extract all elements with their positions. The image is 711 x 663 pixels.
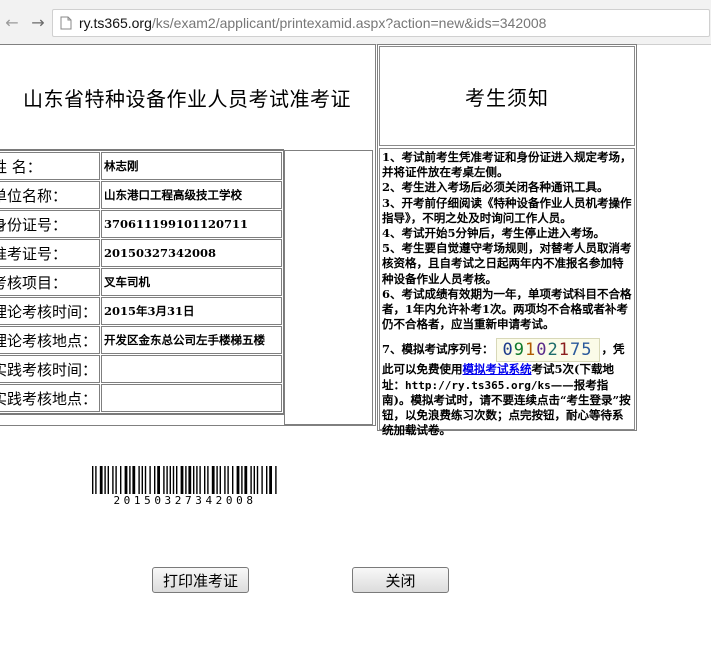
ticket-title: 山东省特种设备作业人员考试准考证: [23, 86, 351, 111]
address-bar[interactable]: ry.ts365.org/ks/exam2/applicant/printexa…: [52, 9, 710, 37]
barcode-image: [92, 466, 277, 494]
ticket-row: 实践考核地点：: [0, 384, 282, 412]
captcha-glyph: 0: [502, 340, 514, 361]
page-icon: [59, 16, 73, 30]
serial-number-captcha: 09102175: [495, 338, 600, 363]
captcha-glyph: 2: [547, 340, 559, 361]
barcode-number: 20150327342008: [113, 494, 257, 507]
ticket-row: 姓 名：林志刚: [0, 152, 282, 180]
captcha-glyph: 0: [536, 340, 548, 361]
close-button[interactable]: 关闭: [352, 567, 449, 593]
mock-exam-system-link[interactable]: 模拟考试系统: [463, 362, 532, 376]
download-url: http://ry.ts365.org/ks: [405, 378, 551, 392]
notice-item: 4、考试开始5分钟后，考生停止进入考场。: [382, 226, 606, 241]
row-value: 林志刚: [101, 152, 282, 180]
row-label: 身份证号：: [0, 210, 101, 238]
notice-panel: 考生须知 1、考试前考生凭准考证和身份证进入规定考场，并将证件放在考桌左侧。 2、…: [377, 44, 637, 437]
captcha-glyph: 9: [513, 340, 526, 361]
browser-toolbar: ← → ry.ts365.org/ks/exam2/applicant/prin…: [0, 0, 711, 45]
notice-item: 5、考生要自觉遵守考场规则，对替考人员取消考核资格，且自考试之日起两年内不准报名…: [382, 241, 632, 286]
ticket-info-table: 姓 名：林志刚单位名称：山东港口工程高级技工学校身份证号：37061119910…: [0, 149, 284, 415]
notice-item: 1、考试前考生凭准考证和身份证进入规定考场，并将证件放在考桌左侧。: [382, 150, 632, 180]
row-value: 370611199101120711: [101, 210, 282, 238]
row-value: 2015年3月31日: [101, 297, 282, 325]
admission-ticket: 山东省特种设备作业人员考试准考证 姓 名：林志刚单位名称：山东港口工程高级技工学…: [0, 44, 376, 426]
row-label: 实践考核地点：: [0, 384, 101, 412]
captcha-glyph: 1: [525, 340, 537, 361]
row-label: 理论考核地点：: [0, 326, 101, 354]
back-arrow-icon[interactable]: ←: [2, 12, 22, 32]
ticket-row: 准考证号：20150327342008: [0, 239, 282, 267]
captcha-glyph: 1: [558, 340, 571, 361]
item7-prefix: 7、模拟考试序列号：: [382, 342, 494, 357]
captcha-glyph: 75: [570, 340, 593, 361]
ticket-row: 单位名称：山东港口工程高级技工学校: [0, 181, 282, 209]
row-value: 叉车司机: [101, 268, 282, 296]
notice-item: 6、考试成绩有效期为一年，单项考试科目不合格者，1年内允许补考1次。两项均不合格…: [382, 286, 632, 332]
notice-item-7: 7、模拟考试序列号： 09102175 ，凭此可以免费使用模拟考试系统考试5次(下载…: [382, 338, 632, 438]
row-label: 单位名称：: [0, 181, 101, 209]
print-ticket-button[interactable]: 打印准考证: [152, 567, 249, 593]
row-value: 20150327342008: [101, 239, 282, 267]
ticket-row: 身份证号：370611199101120711: [0, 210, 282, 238]
url-path: /ks/exam2/applicant/printexamid.aspx?act…: [151, 15, 547, 31]
notice-item: 2、考生进入考场后必须关闭各种通讯工具。: [382, 180, 609, 195]
row-label: 考核项目：: [0, 268, 101, 296]
ticket-row: 理论考核时间： 2015年3月31日: [0, 297, 282, 325]
url-host: ry.ts365.org: [79, 15, 152, 31]
notice-body: 1、考试前考生凭准考证和身份证进入规定考场，并将证件放在考桌左侧。 2、考生进入考…: [379, 148, 635, 437]
row-value: [101, 384, 282, 412]
url-text: ry.ts365.org/ks/exam2/applicant/printexa…: [79, 15, 546, 31]
row-label: 理论考核时间：: [0, 297, 101, 325]
row-value: 山东港口工程高级技工学校: [101, 181, 282, 209]
row-value: [101, 355, 282, 383]
ticket-row: 理论考核地点： 开发区金东总公司左手楼梯五楼: [0, 326, 282, 354]
row-label: 实践考核时间：: [0, 355, 101, 383]
notice-title: 考生须知: [379, 46, 635, 146]
notice-item: 3、开考前仔细阅读《特种设备作业人员机考操作指导》，不明之处及时询问工作人员。: [382, 195, 632, 225]
photo-box: [284, 150, 373, 425]
forward-arrow-icon[interactable]: →: [28, 12, 48, 32]
row-label: 姓 名：: [0, 152, 101, 180]
row-label: 准考证号：: [0, 239, 101, 267]
ticket-row: 考核项目：叉车司机: [0, 268, 282, 296]
row-value: 开发区金东总公司左手楼梯五楼: [101, 326, 282, 354]
ticket-row: 实践考核时间：: [0, 355, 282, 383]
